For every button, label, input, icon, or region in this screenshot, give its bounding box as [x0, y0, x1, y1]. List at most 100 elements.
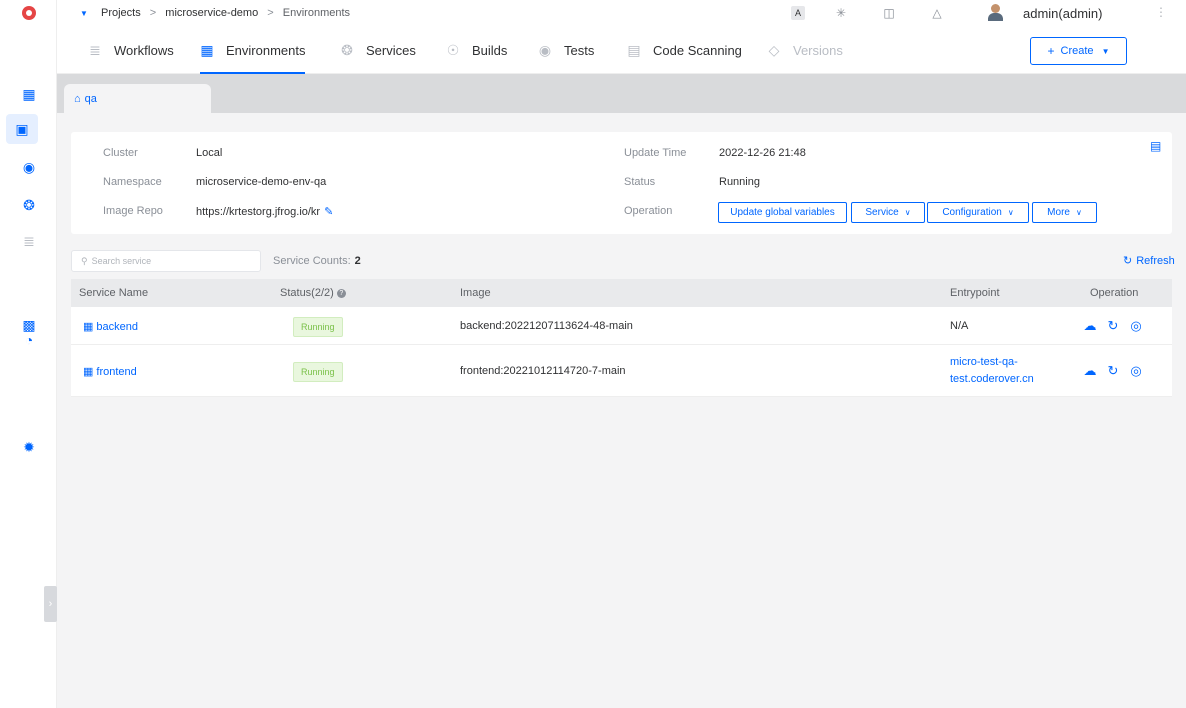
service-link-backend[interactable]: ▦ backend: [83, 320, 138, 333]
tab-label: Code Scanning: [653, 43, 742, 58]
service-icon: ▦: [83, 321, 94, 333]
workflow-icon: ≣: [89, 42, 101, 58]
tab-label: Workflows: [114, 43, 174, 58]
create-button[interactable]: + Create ▼: [1030, 37, 1127, 65]
translate-icon[interactable]: A: [791, 6, 805, 20]
artifact-icon[interactable]: ❂: [19, 195, 39, 215]
dashboard-icon[interactable]: ▦: [19, 84, 39, 104]
breadcrumb-separator: >: [149, 7, 157, 19]
plus-icon: +: [1047, 44, 1055, 58]
refresh-icon: ↻: [1123, 255, 1133, 267]
table-row: ▦ backend Running backend:20221207113624-…: [71, 307, 1172, 345]
upload-cloud-icon[interactable]: ☁: [1083, 363, 1097, 379]
restart-icon[interactable]: ↻: [1106, 318, 1120, 334]
flask-icon: ◉: [538, 42, 552, 58]
user-menu[interactable]: admin(admin): [987, 4, 1102, 22]
caret-down-icon: ▼: [1101, 46, 1110, 56]
tab-services[interactable]: ❂ Services: [340, 27, 416, 74]
avatar: [987, 4, 1003, 22]
update-icon[interactable]: ◎: [1129, 318, 1143, 334]
row-operations: ☁ ↻ ◎: [1083, 363, 1143, 379]
button-label: Update global variables: [730, 207, 835, 218]
tab-environments[interactable]: ▦ Environments: [200, 27, 306, 74]
row-operations: ☁ ↻ ◎: [1083, 318, 1143, 334]
workflow-rail-icon[interactable]: ≣: [19, 231, 39, 251]
table-header: Service Name Status(2/2)? Image Entrypoi…: [71, 279, 1172, 307]
chart-icon[interactable]: ◔: [19, 330, 39, 350]
operation-label: Operation: [624, 205, 673, 217]
configuration-dropdown-button[interactable]: Configuration ∨: [927, 202, 1029, 223]
tab-tests[interactable]: ◉ Tests: [538, 27, 594, 74]
plugin-icon[interactable]: ✳: [833, 5, 849, 21]
breadcrumb-project[interactable]: microservice-demo: [165, 7, 258, 19]
cluster-value: Local: [196, 147, 223, 159]
col-entrypoint: Entrypoint: [950, 287, 1000, 299]
help-icon[interactable]: ?: [336, 289, 346, 298]
test-flask-icon[interactable]: ◉: [19, 157, 39, 177]
service-counts: Service Counts: 2: [273, 255, 361, 267]
cluster-label: Cluster: [103, 147, 138, 159]
namespace-label: Namespace: [103, 176, 162, 188]
document-icon[interactable]: ▤: [1150, 139, 1161, 153]
tab-label: Versions: [793, 43, 843, 58]
tab-label: Environments: [226, 43, 306, 58]
more-dropdown-button[interactable]: More ∨: [1032, 202, 1097, 223]
projects-icon[interactable]: ▣: [6, 114, 38, 144]
tab-label: Builds: [472, 43, 508, 58]
search-box[interactable]: ⚲: [71, 250, 261, 272]
project-tabs: ≣ Workflows ▦ Environments ❂ Services ☉ …: [57, 27, 1186, 74]
col-status: Status(2/2)?: [280, 287, 346, 299]
col-operation: Operation: [1090, 287, 1139, 299]
docs-icon[interactable]: ◫: [881, 5, 897, 21]
entrypoint-value: N/A: [950, 320, 969, 332]
button-label: Service: [865, 207, 899, 218]
status-value: Running: [719, 176, 760, 188]
caret-down-icon[interactable]: ▼: [80, 9, 88, 18]
build-icon: ☉: [446, 42, 460, 58]
upload-cloud-icon[interactable]: ☁: [1083, 318, 1097, 334]
breadcrumb: ▼ Projects > microservice-demo > Environ…: [80, 7, 350, 19]
edit-pencil-icon[interactable]: ✎: [324, 206, 333, 218]
search-input[interactable]: [91, 256, 242, 266]
create-label: Create: [1060, 45, 1094, 57]
update-global-variables-button[interactable]: Update global variables: [718, 202, 847, 223]
chevron-down-icon: ∨: [904, 208, 911, 217]
tab-workflows[interactable]: ≣ Workflows: [88, 27, 174, 74]
app-logo-icon[interactable]: [22, 6, 36, 20]
service-counts-value: 2: [354, 255, 361, 267]
top-bar: ▼ Projects > microservice-demo > Environ…: [57, 0, 1186, 27]
env-tab-qa[interactable]: ⌂ qa: [64, 84, 211, 113]
service-icon: ❂: [341, 42, 353, 58]
service-link-frontend[interactable]: ▦ frontend: [83, 365, 137, 378]
tab-label: Services: [366, 43, 416, 58]
image-repo-label: Image Repo: [103, 205, 163, 217]
search-icon: ⚲: [81, 256, 88, 266]
tab-builds[interactable]: ☉ Builds: [446, 27, 508, 74]
service-dropdown-button[interactable]: Service ∨: [851, 202, 925, 223]
update-icon[interactable]: ◎: [1129, 363, 1143, 379]
settings-icon[interactable]: ✹: [19, 437, 39, 457]
update-time-value: 2022-12-26 21:48: [719, 147, 806, 159]
image-value: backend:20221207113624-48-main: [460, 320, 633, 332]
service-icon: ▦: [83, 366, 94, 378]
refresh-button[interactable]: ↻ Refresh: [1123, 254, 1175, 267]
tab-code-scanning[interactable]: ▤ Code Scanning: [627, 27, 742, 74]
service-name: frontend: [96, 366, 137, 378]
entrypoint-link[interactable]: micro-test-qa-test.coderover.cn: [950, 354, 1050, 388]
more-vertical-icon[interactable]: ⋮: [1155, 5, 1167, 19]
env-tab-label: qa: [84, 93, 97, 105]
left-rail: ▦ ▣ ◉ ❂ ≣ ▩ ◔ ✹ ›: [0, 0, 57, 708]
rail-expand-button[interactable]: ›: [44, 586, 57, 622]
col-status-label: Status(2/2): [280, 287, 334, 299]
restart-icon[interactable]: ↻: [1106, 363, 1120, 379]
user-name: admin(admin): [1023, 5, 1103, 21]
refresh-label: Refresh: [1136, 255, 1175, 267]
service-name: backend: [96, 321, 138, 333]
button-label: More: [1047, 207, 1070, 218]
breadcrumb-projects[interactable]: Projects: [101, 7, 141, 19]
environment-tab-bar: ⌂ qa: [57, 74, 1186, 113]
tab-versions: ◇ Versions: [767, 27, 843, 74]
breadcrumb-separator: >: [267, 7, 274, 19]
status-badge: Running: [293, 362, 343, 382]
bell-icon[interactable]: △: [929, 5, 945, 21]
